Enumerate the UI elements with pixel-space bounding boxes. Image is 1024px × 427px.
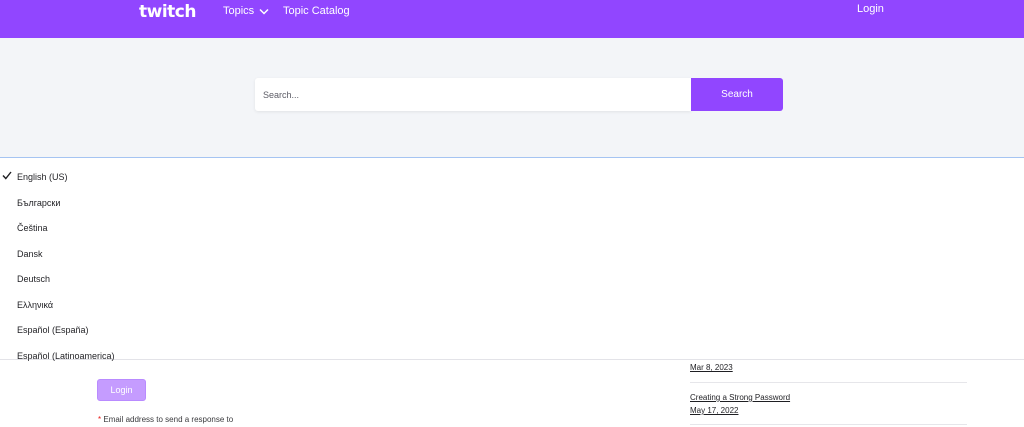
check-icon <box>2 171 12 180</box>
article-divider <box>690 424 967 425</box>
article-link-strong-password[interactable]: Creating a Strong Password <box>690 393 790 402</box>
login-button[interactable]: Login <box>97 379 146 401</box>
search-section: Search <box>0 38 1024 157</box>
language-option-bulgarian[interactable]: Български <box>17 198 60 208</box>
email-required-note: * Email address to send a response to <box>98 415 233 424</box>
search-input[interactable] <box>255 78 691 111</box>
article-date: May 17, 2022 <box>690 406 739 415</box>
svg-text:twitch: twitch <box>139 2 196 20</box>
language-option-spanish-spain[interactable]: Español (España) <box>17 325 89 335</box>
language-option-english-us[interactable]: English (US) <box>17 172 68 182</box>
email-note-text: Email address to send a response to <box>103 415 234 424</box>
language-option-german[interactable]: Deutsch <box>17 274 50 284</box>
chevron-down-icon <box>259 8 269 15</box>
search-button[interactable]: Search <box>691 78 783 111</box>
topics-label: Topics <box>223 5 255 17</box>
article-date: Mar 8, 2023 <box>690 363 733 372</box>
language-option-danish[interactable]: Dansk <box>17 249 43 259</box>
language-option-greek[interactable]: Ελληνικά <box>17 300 53 310</box>
twitch-logo[interactable]: twitch <box>139 2 207 20</box>
topics-menu[interactable]: Topics <box>223 5 269 17</box>
header-login-link[interactable]: Login <box>857 3 884 15</box>
topic-catalog-link[interactable]: Topic Catalog <box>283 5 350 17</box>
article-divider <box>690 382 967 383</box>
required-marker: * <box>98 415 102 424</box>
language-option-spanish-latam[interactable]: Español (Latinoamerica) <box>17 351 115 361</box>
language-option-czech[interactable]: Čeština <box>17 223 48 233</box>
top-navigation-bar: twitch Topics Topic Catalog Login <box>0 0 1024 38</box>
language-dropdown: English (US) Български Čeština Dansk Deu… <box>0 157 1024 361</box>
